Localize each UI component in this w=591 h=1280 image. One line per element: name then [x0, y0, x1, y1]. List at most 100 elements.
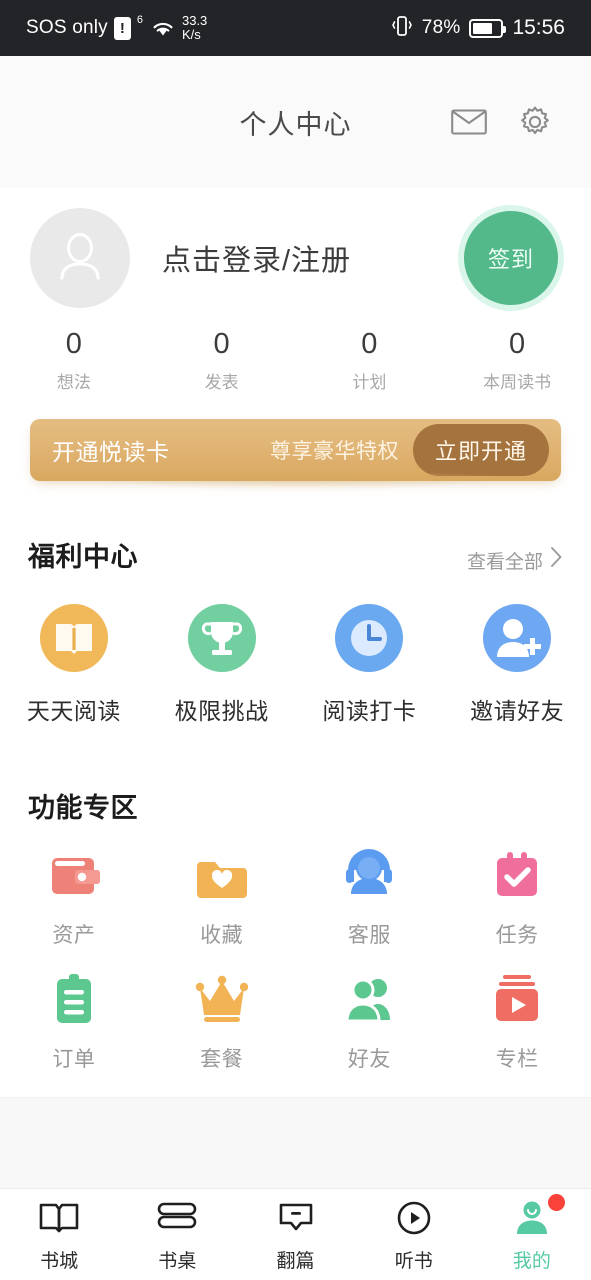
- profile-stats: 0 想法 0 发表 0 计划 0 本周读书: [0, 306, 591, 419]
- calendar-check-icon: [487, 845, 547, 905]
- function-item-label: 任务: [495, 924, 539, 948]
- function-item-friends[interactable]: 好友: [296, 969, 444, 1073]
- function-item-assets[interactable]: 资产: [0, 845, 148, 949]
- stat-label: 本周读书: [483, 373, 552, 393]
- functions-grid-row-1: 资产 收藏 客服 任务: [0, 825, 591, 949]
- stat-value: 0: [213, 328, 230, 360]
- video-column-icon: [487, 969, 547, 1029]
- login-register-link[interactable]: 点击登录/注册: [162, 237, 351, 279]
- function-item-label: 资产: [52, 924, 96, 948]
- function-item-label: 订单: [52, 1048, 96, 1072]
- profile-row: 点击登录/注册 签到: [0, 188, 591, 308]
- network-speed-unit: K/s: [181, 27, 201, 42]
- welfare-view-all-link[interactable]: 查看全部: [467, 546, 563, 574]
- welfare-view-all-label: 查看全部: [466, 551, 543, 573]
- vip-banner-subtitle: 尊享豪华特权: [269, 440, 399, 464]
- function-item-tasks[interactable]: 任务: [443, 845, 591, 949]
- function-item-label: 套餐: [200, 1048, 244, 1072]
- welfare-item-label: 极限挑战: [174, 698, 269, 725]
- vip-banner-zone: 开通悦读卡 尊享豪华特权 立即开通: [0, 419, 591, 511]
- function-item-customer-service[interactable]: 客服: [296, 845, 444, 949]
- vip-activate-button[interactable]: 立即开通: [412, 424, 549, 477]
- network-speed-value: 33.3: [181, 13, 208, 29]
- carrier-label: SOS only: [26, 17, 108, 38]
- welfare-section-header: 福利中心 查看全部: [0, 511, 591, 574]
- stat-item-idea[interactable]: 0 想法: [0, 326, 148, 393]
- stat-item-weekly-reading[interactable]: 0 本周读书: [443, 326, 591, 393]
- status-bar: SOS only ! 6 33.3 K/s 78% 15:56: [0, 0, 591, 56]
- tab-audiobook[interactable]: 听书: [355, 1197, 473, 1273]
- wifi-icon: [150, 18, 176, 38]
- function-item-package[interactable]: 套餐: [148, 969, 296, 1073]
- function-item-favorites[interactable]: 收藏: [148, 845, 296, 949]
- welfare-section-title: 福利中心: [28, 542, 138, 573]
- signin-button[interactable]: 签到: [464, 211, 558, 305]
- welfare-item-label: 天天阅读: [26, 698, 121, 725]
- tab-label: 翻篇: [276, 1250, 315, 1272]
- welfare-item-extreme-challenge[interactable]: 极限挑战: [148, 600, 296, 726]
- battery-icon: [469, 18, 507, 38]
- clipboard-icon: [44, 969, 104, 1029]
- welfare-item-reading-checkin[interactable]: 阅读打卡: [296, 600, 444, 726]
- mail-icon[interactable]: [449, 102, 489, 142]
- functions-section-header: 功能专区: [0, 762, 591, 825]
- vip-banner-title: 开通悦读卡: [52, 439, 170, 466]
- stat-value: 0: [509, 328, 526, 360]
- open-book-icon: [36, 600, 112, 676]
- gear-icon[interactable]: [515, 102, 555, 142]
- function-item-label: 收藏: [200, 924, 244, 948]
- tab-flip[interactable]: 翻篇: [236, 1197, 354, 1273]
- functions-section: 功能专区 资产 收藏 客服 任务 订单 套餐 好友 专栏: [0, 762, 591, 1097]
- function-item-label: 好友: [347, 1048, 391, 1072]
- function-item-label: 专栏: [495, 1048, 539, 1072]
- main-card: 点击登录/注册 签到 0 想法 0 发表 0 计划 0 本周读书 开通悦读卡 尊…: [0, 188, 591, 1098]
- wallet-icon: [44, 845, 104, 905]
- header-actions: [449, 102, 591, 142]
- welfare-item-daily-reading[interactable]: 天天阅读: [0, 600, 148, 726]
- avatar[interactable]: [30, 208, 130, 308]
- friends-icon: [339, 969, 399, 1029]
- tab-label: 我的: [512, 1250, 551, 1272]
- welfare-section: 福利中心 查看全部 天天阅读 极限挑战 阅读打卡 邀请好友: [0, 511, 591, 762]
- stat-label: 计划: [352, 373, 387, 393]
- welfare-item-invite-friend[interactable]: 邀请好友: [443, 600, 591, 726]
- page-filler: [0, 1097, 591, 1188]
- functions-section-title: 功能专区: [28, 793, 138, 824]
- tab-label: 书桌: [158, 1250, 197, 1272]
- folder-heart-icon: [192, 845, 252, 905]
- welfare-item-label: 阅读打卡: [322, 698, 417, 725]
- chevron-right-icon: [550, 546, 563, 574]
- battery-percent-label: 78%: [421, 17, 461, 38]
- stat-value: 0: [65, 328, 82, 360]
- trophy-icon: [184, 600, 260, 676]
- tab-desk[interactable]: 书桌: [118, 1197, 236, 1273]
- stat-label: 想法: [56, 373, 91, 393]
- bottom-navigation: 书城 书桌 翻篇 听书 我的: [0, 1188, 591, 1280]
- stat-item-post[interactable]: 0 发表: [148, 326, 296, 393]
- function-item-label: 客服: [347, 924, 391, 948]
- avatar-placeholder-icon: [49, 225, 111, 292]
- play-circle-icon: [395, 1197, 433, 1239]
- person-icon: [512, 1193, 565, 1239]
- tab-label: 听书: [394, 1250, 433, 1272]
- app-screen: SOS only ! 6 33.3 K/s 78% 15:56 个人中心 点击登…: [0, 0, 591, 1280]
- welfare-grid: 天天阅读 极限挑战 阅读打卡 邀请好友: [0, 574, 591, 726]
- notification-badge: [547, 1193, 565, 1211]
- stat-label: 发表: [204, 373, 239, 393]
- welfare-item-label: 邀请好友: [470, 698, 565, 725]
- vip-banner[interactable]: 开通悦读卡 尊享豪华特权 立即开通: [30, 419, 561, 491]
- warning-icon: !: [113, 16, 131, 40]
- stacked-books-icon: [156, 1197, 198, 1239]
- tab-bookstore[interactable]: 书城: [0, 1197, 118, 1273]
- stat-item-plan[interactable]: 0 计划: [296, 326, 444, 393]
- open-book-outline-icon: [38, 1197, 80, 1239]
- add-friend-icon: [479, 600, 555, 676]
- headset-support-icon: [339, 845, 399, 905]
- network-speed: 33.3 K/s: [182, 14, 207, 41]
- function-item-column[interactable]: 专栏: [443, 969, 591, 1073]
- function-item-orders[interactable]: 订单: [0, 969, 148, 1073]
- status-bar-left: SOS only ! 6 33.3 K/s: [26, 14, 207, 41]
- tab-label: 书城: [40, 1250, 79, 1272]
- tab-mine[interactable]: 我的: [473, 1193, 591, 1273]
- speech-tag-icon: [276, 1197, 316, 1239]
